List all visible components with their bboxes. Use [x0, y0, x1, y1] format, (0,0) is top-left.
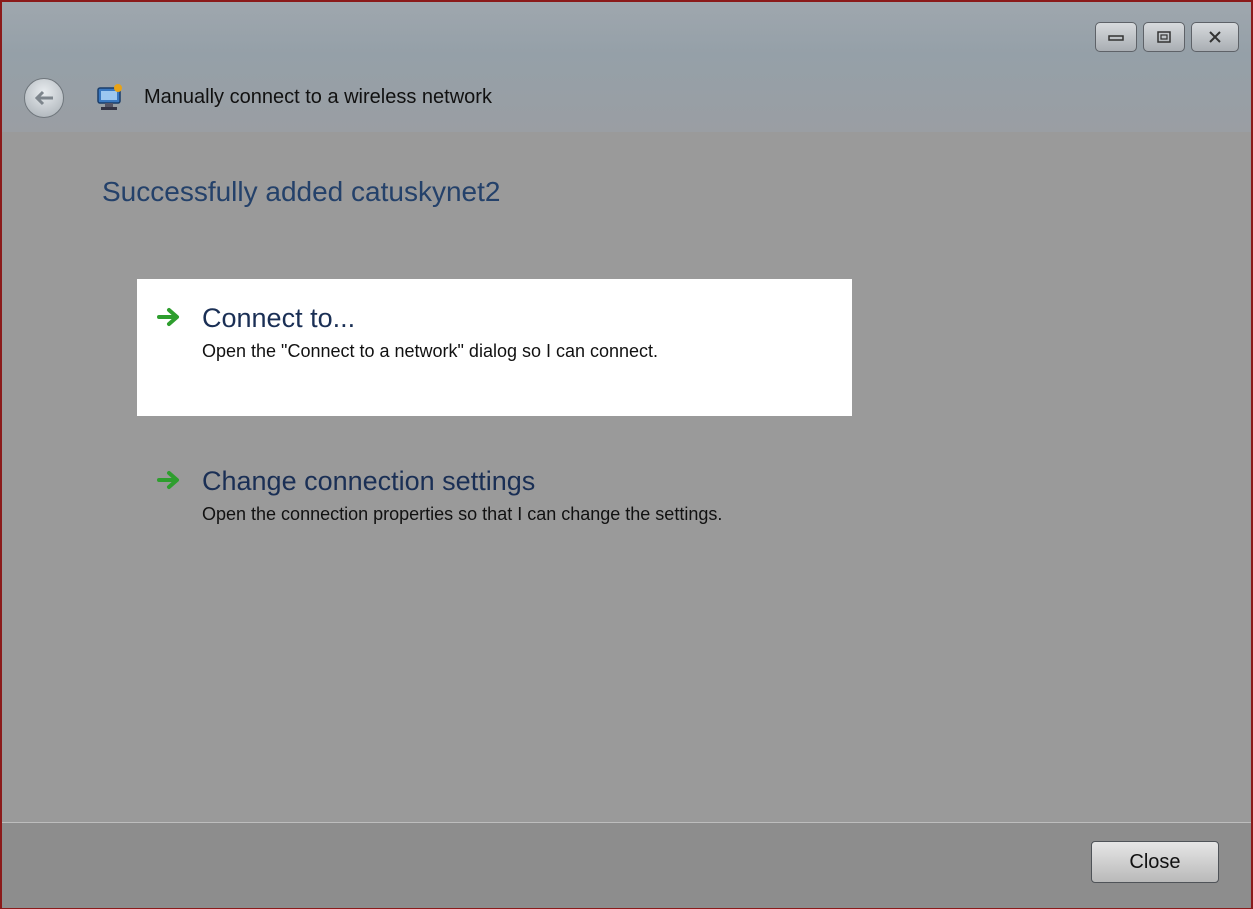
option-title: Change connection settings [202, 466, 536, 496]
network-wizard-icon [97, 84, 122, 110]
green-arrow-icon [157, 308, 179, 326]
footer-bar: Close [2, 822, 1251, 908]
close-window-button[interactable] [1191, 22, 1239, 52]
maximize-button[interactable] [1143, 22, 1185, 52]
minimize-button[interactable] [1095, 22, 1137, 52]
option-title: Connect to... [202, 303, 356, 333]
page-heading: Successfully added catuskynet2 [102, 176, 501, 207]
close-button[interactable]: Close [1091, 841, 1219, 883]
back-arrow-icon [34, 90, 53, 106]
change-connection-settings-option[interactable]: Change connection settings Open the conn… [137, 442, 852, 542]
option-description: Open the connection properties so that I… [202, 504, 723, 524]
close-x-icon [1209, 31, 1221, 43]
minimize-icon [1108, 35, 1124, 41]
option-description: Open the "Connect to a network" dialog s… [202, 341, 659, 361]
title-bar: Manually connect to a wireless network [2, 2, 1251, 132]
back-button[interactable] [24, 78, 64, 118]
window-title: Manually connect to a wireless network [144, 86, 492, 108]
restore-icon [1157, 31, 1171, 43]
connect-to-option[interactable]: Connect to... Open the "Connect to a net… [137, 279, 852, 416]
green-arrow-icon [157, 471, 179, 489]
wizard-content: Successfully added catuskynet2 Connect t… [22, 132, 1241, 822]
window-controls [1095, 22, 1239, 52]
wizard-window: Manually connect to a wireless network S… [0, 0, 1253, 909]
